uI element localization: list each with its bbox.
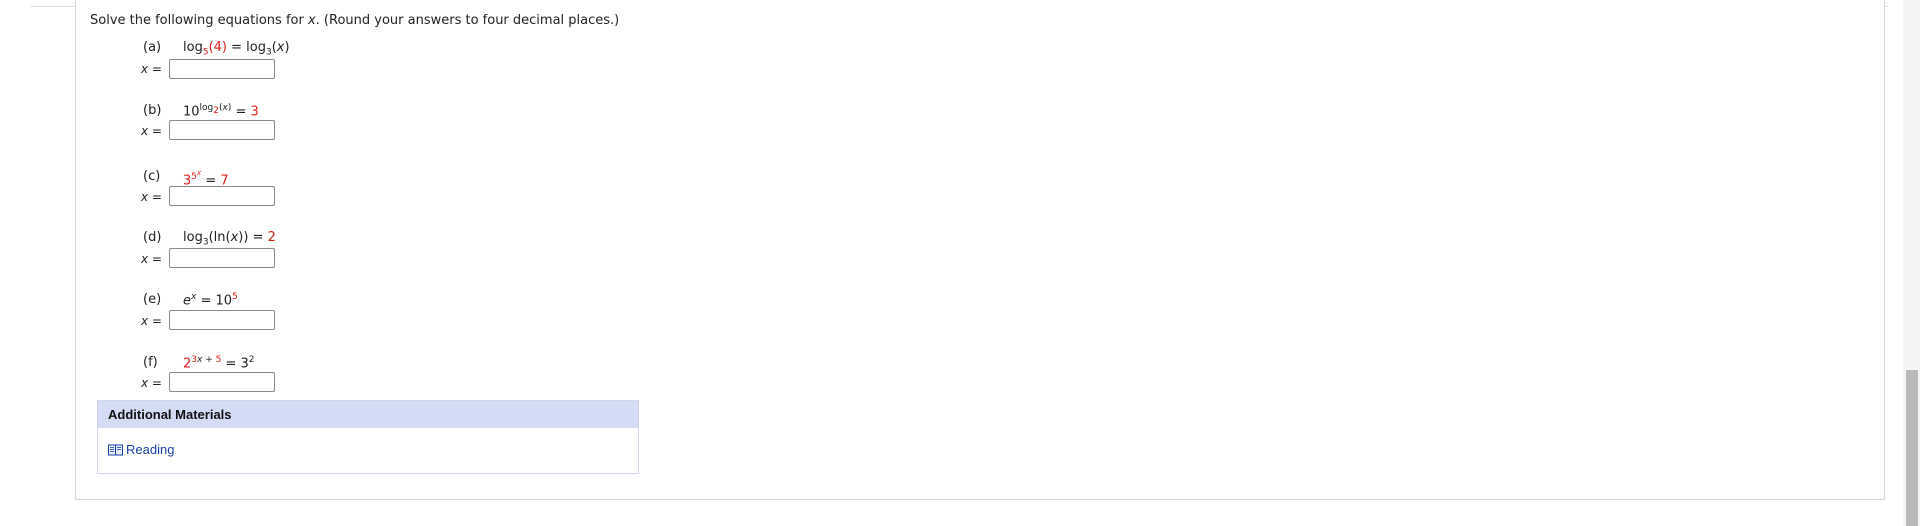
question-instructions: Solve the following equations for x. (Ro… (90, 13, 619, 28)
part-d-answer-prefix: x = (141, 252, 162, 266)
part-e-equation: ex = 105 (183, 292, 238, 309)
part-c-answer-prefix: x = (141, 190, 162, 204)
part-c-answer-input[interactable] (169, 186, 275, 206)
part-d-equation: log3(ln(x)) = 2 (183, 230, 276, 248)
part-f-label: (f) (143, 355, 158, 370)
scrollbar-thumb[interactable] (1906, 370, 1918, 526)
instructions-text: Solve the following equations for (90, 13, 308, 28)
part-f-equation: 23x + 5 = 32 (183, 355, 255, 372)
part-d-label: (d) (143, 230, 162, 245)
part-a-answer-input[interactable] (169, 59, 275, 79)
part-a-equation: log5(4) = log3(x) (183, 40, 290, 58)
additional-materials-box: Additional Materials Reading (97, 400, 639, 474)
part-e-answer-input[interactable] (169, 310, 275, 330)
instructions-text-end: . (Round your answers to four decimal pl… (315, 13, 620, 28)
part-b-answer-prefix: x = (141, 124, 162, 138)
part-b-equation: 10log2(x) = 3 (183, 103, 259, 120)
part-e-label: (e) (143, 292, 162, 307)
part-d-answer-input[interactable] (169, 248, 275, 268)
reading-link-label: Reading (126, 442, 175, 457)
part-a-answer-prefix: x = (141, 62, 162, 76)
reading-link[interactable]: Reading (108, 442, 174, 457)
part-b-answer-input[interactable] (169, 120, 275, 140)
part-e-answer-prefix: x = (141, 314, 162, 328)
book-icon (108, 444, 123, 455)
part-b-label: (b) (143, 103, 162, 118)
part-f-answer-input[interactable] (169, 372, 275, 392)
additional-materials-title: Additional Materials (98, 401, 638, 428)
part-a-label: (a) (143, 40, 162, 55)
part-c-label: (c) (143, 169, 161, 184)
part-f-answer-prefix: x = (141, 376, 162, 390)
instructions-variable: x (307, 13, 316, 28)
vertical-scrollbar[interactable] (1903, 0, 1920, 526)
